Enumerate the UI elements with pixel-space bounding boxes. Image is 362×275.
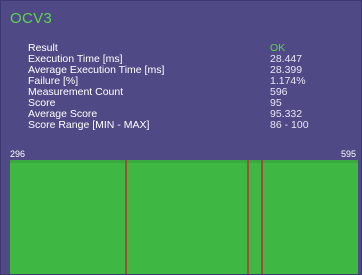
graph-top-edge	[10, 160, 358, 163]
failure-marker	[261, 160, 263, 274]
score-range-label: Score Range [MIN - MAX]	[28, 119, 150, 131]
failure-marker	[247, 160, 249, 274]
score-history-graph	[10, 160, 358, 274]
graph-range-max: 595	[341, 149, 357, 159]
ocv3-results-panel: OCV3 Result OK Execution Time [ms] 28.44…	[0, 0, 362, 275]
tool-title: OCV3	[10, 10, 53, 27]
score-range-value: 86 - 100	[270, 119, 309, 131]
failure-marker	[125, 160, 127, 274]
measurement-count-row: Measurement Count 596	[28, 87, 358, 98]
graph-range-min: 296	[10, 149, 26, 159]
score-range-row: Score Range [MIN - MAX] 86 - 100	[28, 120, 358, 131]
